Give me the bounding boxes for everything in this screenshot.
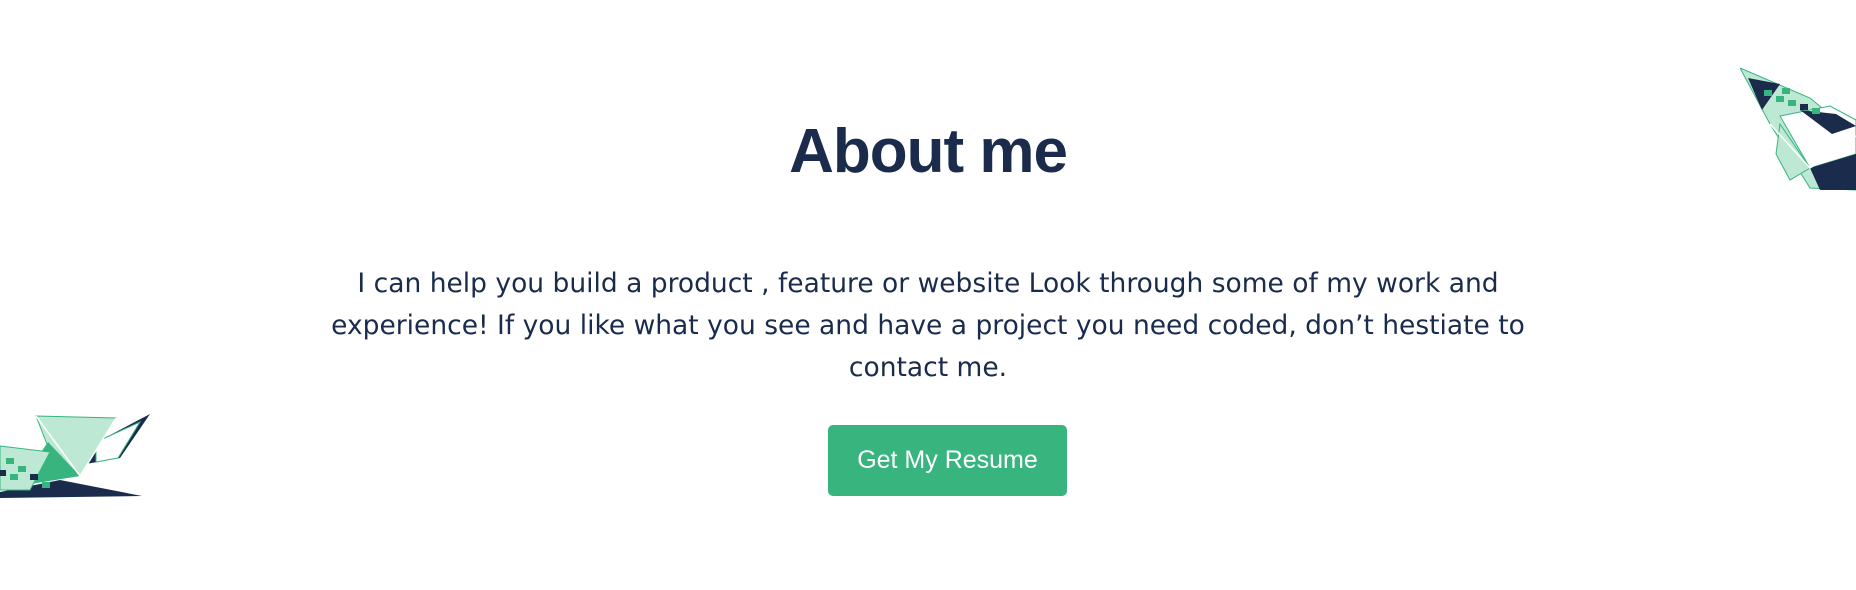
paper-crane-icon	[1740, 67, 1856, 191]
get-resume-button[interactable]: Get My Resume	[828, 425, 1067, 496]
about-description: I can help you build a product , feature…	[331, 268, 1525, 383]
page: About me I can help you build a product …	[0, 0, 1856, 590]
about-section: About me I can help you build a product …	[0, 0, 1856, 590]
page-title: About me	[789, 117, 1068, 186]
paper-crane-icon	[0, 414, 150, 498]
